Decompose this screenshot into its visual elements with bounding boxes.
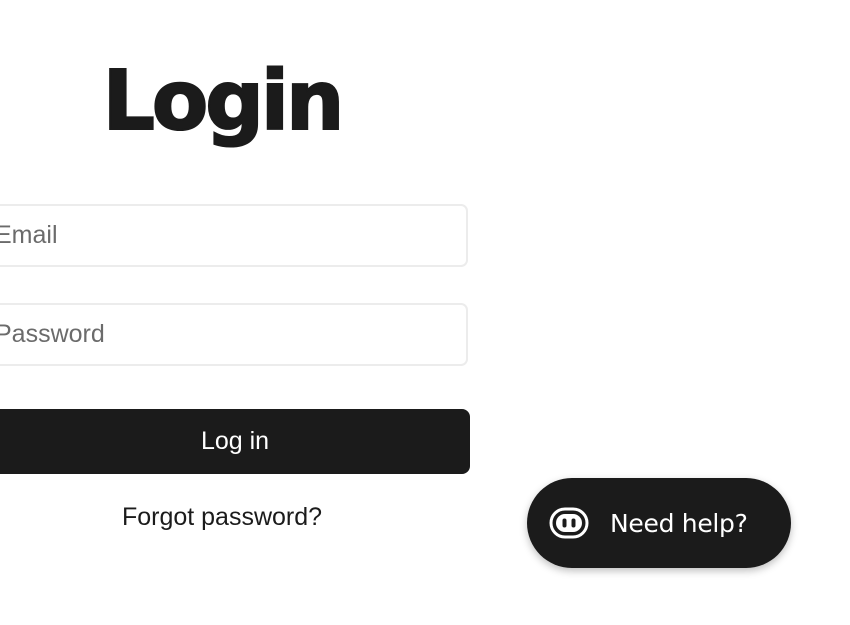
page-title: Login (102, 53, 346, 150)
forgot-password-link[interactable]: Forgot password? (0, 499, 444, 535)
email-field[interactable] (0, 204, 468, 267)
need-help-button[interactable]: Need help? (527, 478, 791, 568)
robot-face-icon (549, 506, 589, 540)
login-button[interactable]: Log in (0, 409, 470, 474)
password-field[interactable] (0, 303, 468, 366)
need-help-label: Need help? (610, 508, 748, 538)
